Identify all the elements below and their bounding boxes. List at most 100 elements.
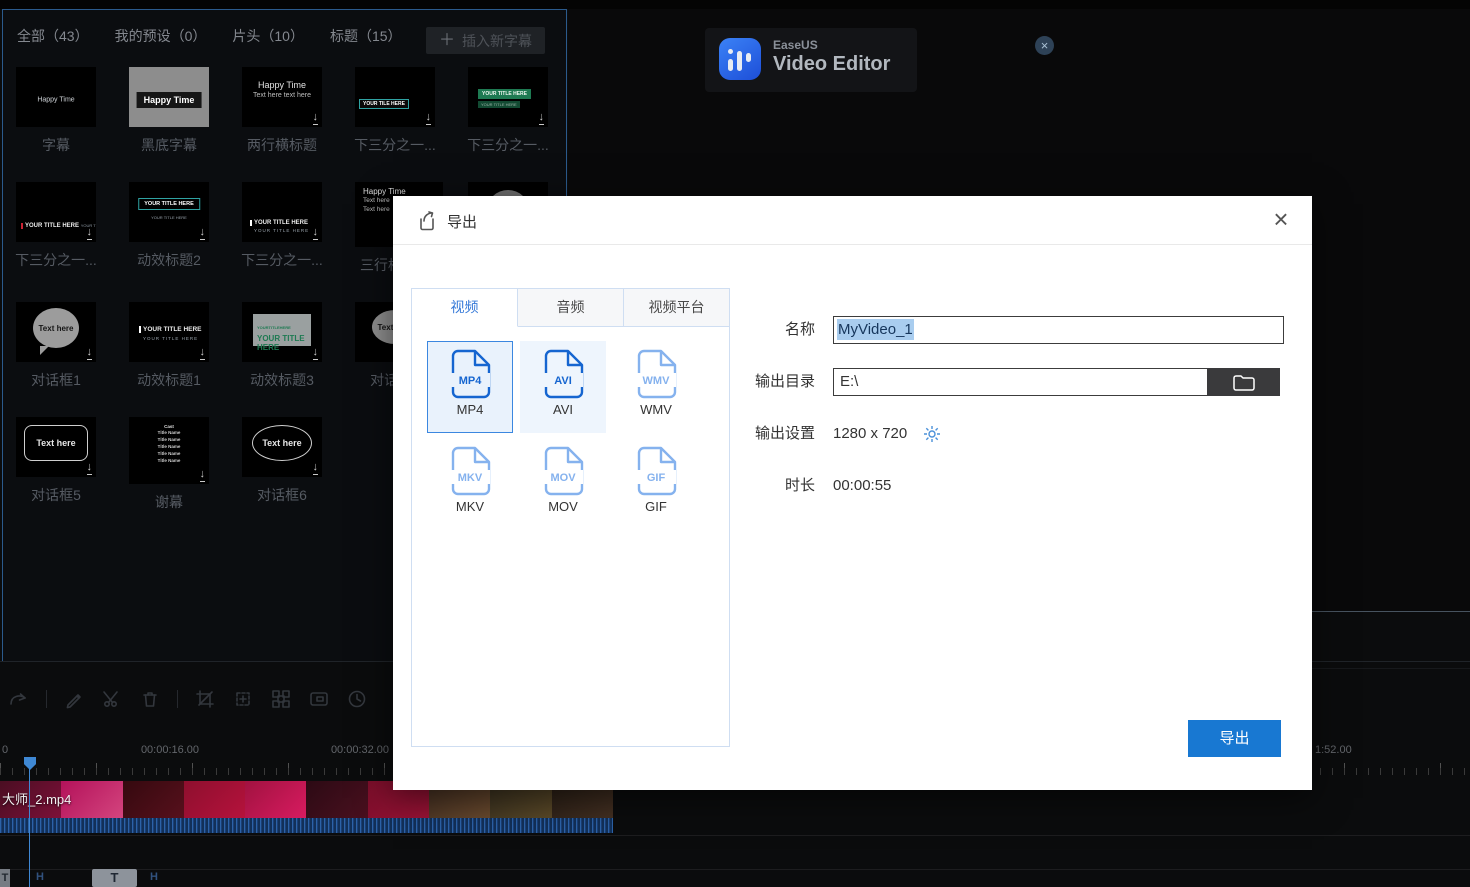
export-dialog-header: 导出 × bbox=[393, 196, 1312, 245]
duration-clock-icon[interactable] bbox=[346, 688, 368, 710]
template-label: 下三分之一... bbox=[345, 135, 445, 155]
track-divider bbox=[0, 835, 1470, 836]
tab-audio[interactable]: 音频 bbox=[518, 289, 624, 326]
mosaic-icon[interactable] bbox=[270, 688, 292, 710]
text-clip[interactable]: T bbox=[92, 869, 137, 887]
template-label: 对话框6 bbox=[232, 485, 332, 505]
text-clip-label: H bbox=[36, 871, 44, 883]
template-card[interactable]: YOURTITLEHERE YOUR TITLE HERE ↓ 动效标题3 bbox=[242, 302, 322, 390]
browse-folder-button[interactable] bbox=[1207, 368, 1280, 396]
template-label: 黑底字幕 bbox=[119, 135, 219, 155]
export-button[interactable]: 导出 bbox=[1188, 720, 1281, 757]
template-card[interactable]: YOUR TITLE HERE YOUR TITLE HERE ↓ 下三分之一.… bbox=[468, 67, 548, 155]
download-icon: ↓ bbox=[313, 347, 319, 360]
download-icon: ↓ bbox=[200, 469, 206, 482]
tab-titles[interactable]: 标题（15） bbox=[330, 26, 402, 53]
text-clip[interactable]: T bbox=[0, 869, 10, 887]
tab-all[interactable]: 全部（43） bbox=[17, 26, 89, 53]
name-input[interactable]: MyVideo_1 bbox=[833, 316, 1284, 344]
template-label: 动效标题2 bbox=[119, 250, 219, 270]
name-label: 名称 bbox=[733, 316, 815, 344]
format-mkv[interactable]: MKV MKV bbox=[427, 438, 513, 530]
download-icon: ↓ bbox=[200, 227, 206, 240]
template-card[interactable]: YOUR TITLE HERE YOUR TITLE HERE ↓ 动效标题2 bbox=[129, 182, 209, 275]
plus-icon: ＋ bbox=[439, 33, 455, 49]
dialog-title: 导出 bbox=[447, 211, 477, 232]
file-icon-wmv: WMV bbox=[635, 349, 677, 399]
template-label: 谢幕 bbox=[119, 492, 219, 512]
crop-icon[interactable] bbox=[194, 688, 216, 710]
svg-text:MP4: MP4 bbox=[459, 375, 483, 387]
format-gif[interactable]: GIF GIF bbox=[613, 438, 699, 530]
ruler-time-label: 1:52.00 bbox=[1315, 744, 1352, 756]
format-mp4[interactable]: MP4 MP4 bbox=[427, 341, 513, 433]
template-card[interactable]: YOUR TILE HERE ↓ 下三分之一... bbox=[355, 67, 435, 155]
zoom-selection-icon[interactable] bbox=[232, 688, 254, 710]
format-mov[interactable]: MOV MOV bbox=[520, 438, 606, 530]
file-icon-mp4: MP4 bbox=[449, 349, 491, 399]
tab-intros[interactable]: 片头（10） bbox=[232, 26, 304, 53]
template-label: 下三分之一... bbox=[458, 135, 558, 155]
template-card[interactable]: YOUR TITLE HERE YOUR TITLE HERE ↓ 动效标题1 bbox=[129, 302, 209, 390]
download-icon: ↓ bbox=[200, 347, 206, 360]
easeus-watermark: EaseUS Video Editor × bbox=[705, 28, 917, 92]
template-card[interactable]: Text here ↓ 对话框1 bbox=[16, 302, 96, 390]
template-card[interactable]: YOUR TITLE HERE YOUR TITLE HERE ↓ 下三分之一.… bbox=[16, 182, 96, 275]
product-name: Video Editor bbox=[773, 53, 890, 76]
edit-icon[interactable] bbox=[63, 688, 85, 710]
template-card[interactable]: Happy Time Text here text here ↓ 两行横标题 bbox=[242, 67, 322, 155]
svg-text:GIF: GIF bbox=[647, 472, 666, 484]
template-card[interactable]: Happy Time 字幕 bbox=[16, 67, 96, 155]
format-wmv[interactable]: WMV WMV bbox=[613, 341, 699, 433]
template-card[interactable]: Happy Time 黑底字幕 bbox=[129, 67, 209, 155]
duration-label: 时长 bbox=[733, 472, 815, 500]
file-icon-gif: GIF bbox=[635, 446, 677, 496]
pip-icon[interactable] bbox=[308, 688, 330, 710]
delete-trash-icon[interactable] bbox=[139, 688, 161, 710]
selected-text: MyVideo_1 bbox=[837, 319, 914, 340]
settings-gear-icon[interactable] bbox=[922, 424, 942, 449]
audio-waveform[interactable] bbox=[0, 818, 613, 833]
resolution-value: 1280 x 720 bbox=[833, 420, 907, 448]
file-icon-mov: MOV bbox=[542, 446, 584, 496]
format-selector: 视频 音频 视频平台 MP4 MP4 AVI bbox=[411, 288, 730, 747]
file-icon-avi: AVI bbox=[542, 349, 584, 399]
tab-my-presets[interactable]: 我的预设（0） bbox=[115, 26, 207, 53]
folder-icon bbox=[1232, 372, 1256, 392]
insert-new-subtitle-button[interactable]: ＋ 插入新字幕 bbox=[426, 27, 545, 54]
clip-filename: 大师_2.mp4 bbox=[2, 789, 71, 808]
timeline-toolbar bbox=[8, 688, 368, 710]
close-icon[interactable]: × bbox=[1266, 202, 1296, 236]
tab-video[interactable]: 视频 bbox=[412, 289, 518, 327]
template-label: 对话框5 bbox=[6, 485, 106, 505]
template-card[interactable]: Cast Title Name Title Name Title Name Ti… bbox=[129, 417, 209, 512]
tab-video-platform[interactable]: 视频平台 bbox=[624, 289, 729, 326]
split-scissors-icon[interactable] bbox=[101, 688, 123, 710]
output-dir-label: 输出目录 bbox=[733, 368, 815, 396]
window-top-strip bbox=[0, 0, 1470, 9]
duration-value: 00:00:55 bbox=[833, 472, 891, 500]
template-card[interactable]: YOUR TITLE HERE YOUR TITLE HERE ↓ 下三分之一.… bbox=[242, 182, 322, 275]
easeus-logo-icon bbox=[719, 38, 761, 80]
template-label: 下三分之一... bbox=[6, 250, 106, 270]
export-dialog: 导出 × 视频 音频 视频平台 MP4 MP4 bbox=[393, 196, 1312, 790]
template-card[interactable]: Text here ↓ 对话框6 bbox=[242, 417, 322, 512]
format-grid: MP4 MP4 AVI AVI WMV bbox=[427, 341, 699, 530]
playhead-line bbox=[29, 757, 30, 887]
download-icon: ↓ bbox=[313, 227, 319, 240]
svg-text:MKV: MKV bbox=[458, 472, 483, 484]
ruler-time-label: 00:00:16.00 bbox=[141, 744, 199, 756]
output-dir-input[interactable]: E:\ bbox=[833, 368, 1212, 396]
insert-new-subtitle-label: 插入新字幕 bbox=[462, 31, 532, 51]
svg-text:WMV: WMV bbox=[643, 375, 671, 387]
toolbar-divider bbox=[46, 690, 47, 708]
download-icon: ↓ bbox=[87, 462, 93, 475]
watermark-close-icon[interactable]: × bbox=[1035, 36, 1054, 55]
format-avi[interactable]: AVI AVI bbox=[520, 341, 606, 433]
template-label: 字幕 bbox=[6, 135, 106, 155]
template-card[interactable]: Text here ↓ 对话框5 bbox=[16, 417, 96, 512]
format-tabs: 视频 音频 视频平台 bbox=[412, 289, 729, 327]
template-preview-text: Happy Time bbox=[37, 97, 74, 104]
redo-icon[interactable] bbox=[8, 688, 30, 710]
template-preview-text: Happy Time bbox=[137, 92, 202, 108]
